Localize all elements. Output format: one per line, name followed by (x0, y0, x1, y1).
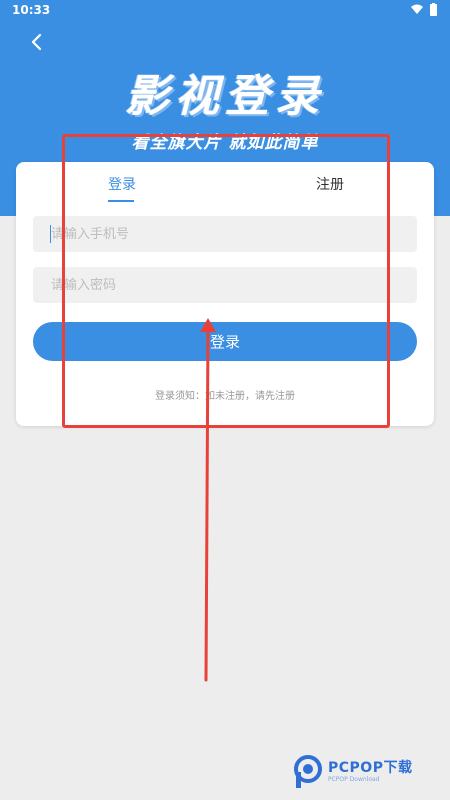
page-title: 影视登录 (125, 71, 325, 122)
battery-icon (430, 3, 437, 16)
status-time: 10:33 (12, 3, 51, 17)
chevron-left-icon (31, 33, 42, 51)
status-icons (411, 3, 437, 16)
status-bar: 10:33 (0, 0, 450, 22)
annotation-highlight-box (62, 134, 390, 428)
watermark-brand: PCPOP下载 (328, 760, 413, 776)
back-button[interactable] (22, 28, 50, 56)
pcpop-logo-icon (294, 755, 322, 788)
watermark-sub: PCPOP Download (328, 776, 380, 783)
watermark: PCPOP下载 PCPOP Download (292, 752, 442, 792)
text-caret (50, 225, 51, 243)
wifi-icon (411, 4, 423, 14)
